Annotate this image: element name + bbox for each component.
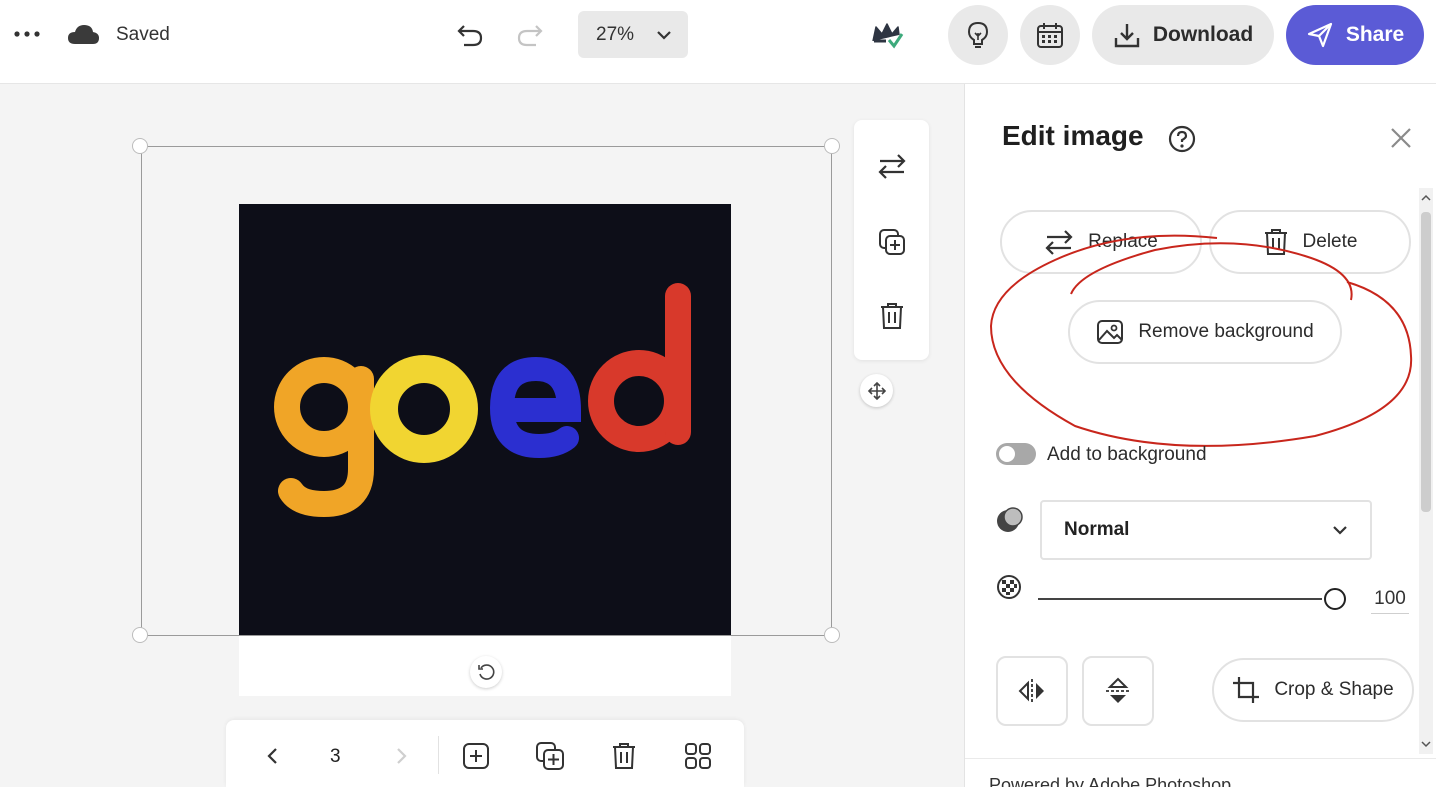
duplicate-page-button[interactable] xyxy=(534,740,566,772)
swap-icon xyxy=(878,154,906,179)
opacity-value-input[interactable]: 100 xyxy=(1371,588,1409,614)
scroll-down-icon[interactable] xyxy=(1421,740,1431,748)
resize-handle-top-right[interactable] xyxy=(824,138,840,154)
premium-crown-icon[interactable] xyxy=(858,6,916,64)
add-page-button[interactable] xyxy=(460,740,492,772)
calendar-icon xyxy=(1037,23,1063,48)
rotate-handle[interactable] xyxy=(470,656,502,688)
grid-view-button[interactable] xyxy=(682,740,714,772)
add-to-background-label: Add to background xyxy=(1047,444,1207,465)
cloud-saved-icon xyxy=(66,22,100,46)
more-menu-icon[interactable] xyxy=(10,20,44,48)
chevron-down-icon xyxy=(1333,526,1347,535)
zoom-value: 27% xyxy=(596,23,635,45)
top-bar: Saved 27% Download Share xyxy=(0,0,1436,84)
flip-vertical-icon xyxy=(1106,677,1130,703)
chevron-left-icon xyxy=(267,748,277,764)
trash-icon xyxy=(613,743,635,769)
download-button[interactable]: Download xyxy=(1092,5,1274,65)
rotate-icon xyxy=(478,664,495,680)
delete-tool-button[interactable] xyxy=(872,298,912,334)
add-page-icon xyxy=(463,743,489,769)
panel-title: Edit image xyxy=(1002,120,1144,151)
duplicate-page-icon xyxy=(536,742,564,770)
crop-shape-button[interactable]: Crop & Shape xyxy=(1212,658,1414,722)
powered-by-text: Powered by Adobe Photoshop xyxy=(989,775,1232,787)
scrollbar-thumb[interactable] xyxy=(1421,212,1431,512)
move-handle[interactable] xyxy=(860,374,893,407)
send-icon xyxy=(1307,22,1332,48)
download-icon xyxy=(1114,24,1140,48)
add-to-background-toggle[interactable] xyxy=(996,443,1036,465)
share-button[interactable]: Share xyxy=(1286,5,1424,65)
crop-shape-label: Crop & Shape xyxy=(1274,679,1394,700)
undo-button[interactable] xyxy=(452,18,488,52)
delete-page-button[interactable] xyxy=(608,740,640,772)
save-status: Saved xyxy=(116,24,170,45)
redo-icon xyxy=(517,25,543,47)
trash-icon xyxy=(881,303,903,329)
undo-icon xyxy=(457,25,483,47)
panel-scrollbar[interactable] xyxy=(1419,188,1433,754)
flip-horizontal-button[interactable] xyxy=(996,656,1068,726)
replace-tool-button[interactable] xyxy=(872,148,912,184)
prev-page-button[interactable] xyxy=(256,742,288,770)
zoom-select[interactable]: 27% xyxy=(578,11,688,58)
resize-handle-bottom-right[interactable] xyxy=(824,627,840,643)
toggle-knob xyxy=(999,446,1015,462)
scroll-up-icon[interactable] xyxy=(1421,194,1431,202)
blend-mode-value: Normal xyxy=(1064,519,1130,540)
share-label: Share xyxy=(1345,23,1405,46)
close-icon xyxy=(1391,128,1411,148)
current-page-number: 3 xyxy=(330,746,341,767)
blend-mode-select[interactable]: Normal xyxy=(1040,500,1372,560)
schedule-button[interactable] xyxy=(1020,5,1080,65)
crop-icon xyxy=(1233,677,1260,703)
page-navigation-bar: 3 xyxy=(226,720,744,787)
panel-footer: Powered by Adobe Photoshop xyxy=(965,758,1436,787)
opacity-slider-thumb[interactable] xyxy=(1324,588,1346,610)
opacity-icon xyxy=(996,574,1022,600)
next-page-button[interactable] xyxy=(386,742,418,770)
lightbulb-icon xyxy=(967,21,989,48)
red-annotation-circle xyxy=(989,234,1413,447)
chevron-down-icon xyxy=(657,30,671,40)
flip-horizontal-icon xyxy=(1018,679,1044,703)
move-icon xyxy=(867,381,886,400)
divider xyxy=(438,736,439,774)
grid-icon xyxy=(685,743,711,769)
resize-handle-bottom-left[interactable] xyxy=(132,627,148,643)
bulb-button[interactable] xyxy=(948,5,1008,65)
selection-frame xyxy=(141,146,832,636)
opacity-slider-track[interactable] xyxy=(1038,598,1322,600)
edit-image-panel: Edit image Replace Delete Remove backgro… xyxy=(964,84,1436,787)
duplicate-tool-button[interactable] xyxy=(872,224,912,260)
flip-vertical-button[interactable] xyxy=(1082,656,1154,726)
duplicate-icon xyxy=(879,229,905,255)
close-panel-button[interactable] xyxy=(1387,124,1415,152)
resize-handle-top-left[interactable] xyxy=(132,138,148,154)
help-icon[interactable] xyxy=(1167,124,1197,154)
element-floating-toolbar xyxy=(854,120,929,360)
redo-button[interactable] xyxy=(512,18,548,52)
chevron-right-icon xyxy=(397,748,407,764)
download-label: Download xyxy=(1152,23,1254,46)
blend-mode-icon xyxy=(996,506,1024,534)
